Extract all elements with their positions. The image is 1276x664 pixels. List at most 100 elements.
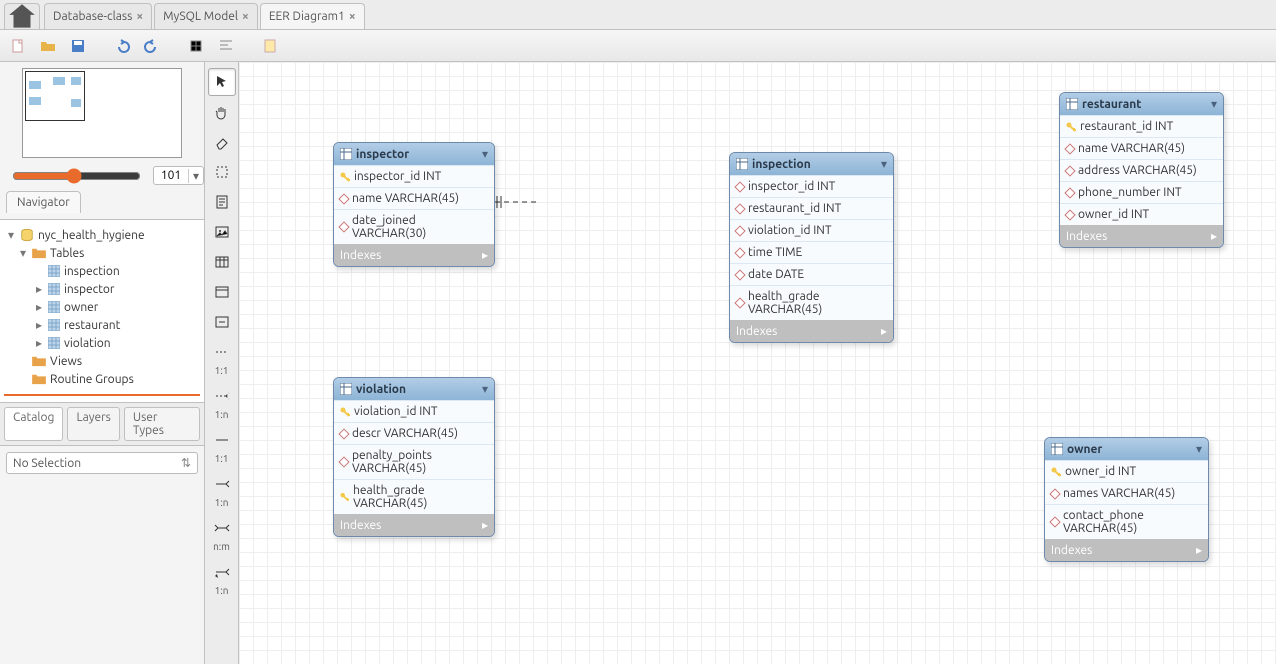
tree-views[interactable]: ▸ Views bbox=[4, 352, 200, 370]
chevron-down-icon[interactable]: ▾ bbox=[1196, 442, 1202, 456]
btab-usertypes[interactable]: User Types bbox=[124, 407, 200, 441]
tree-table-label: restaurant bbox=[64, 319, 120, 332]
navigator-tab[interactable]: Navigator bbox=[6, 191, 81, 213]
tab-database-class[interactable]: Database-class × bbox=[44, 3, 152, 29]
open-file-button[interactable] bbox=[36, 34, 60, 58]
tree-table-restaurant[interactable]: ▸restaurant bbox=[4, 316, 200, 334]
column-icon bbox=[734, 247, 745, 258]
entity-column[interactable]: health_grade VARCHAR(45) bbox=[334, 479, 494, 514]
rel-1-nb-tool[interactable] bbox=[208, 470, 236, 498]
entity-column[interactable]: violation_id INT bbox=[730, 219, 893, 241]
entity-column[interactable]: inspector_id INT bbox=[730, 175, 893, 197]
entity-column[interactable]: owner_id INT bbox=[1060, 203, 1223, 225]
column-icon bbox=[1064, 143, 1075, 154]
btab-layers[interactable]: Layers bbox=[67, 407, 119, 441]
entity-owner[interactable]: owner▾owner_id INT names VARCHAR(45) conta… bbox=[1044, 437, 1209, 562]
layer-tool[interactable] bbox=[208, 158, 236, 186]
eraser-tool[interactable] bbox=[208, 128, 236, 156]
chevron-down-icon[interactable]: ▾ bbox=[188, 169, 203, 183]
close-icon[interactable]: × bbox=[349, 10, 356, 23]
entity-violation[interactable]: violation▾violation_id INTdescr VARCHAR(… bbox=[333, 377, 495, 537]
column-label: names VARCHAR(45) bbox=[1063, 487, 1175, 500]
key-icon bbox=[1066, 122, 1076, 132]
new-file-button[interactable] bbox=[6, 34, 30, 58]
tree-table-inspector[interactable]: ▸inspector bbox=[4, 280, 200, 298]
entity-column[interactable]: date_joined VARCHAR(30) bbox=[334, 209, 494, 244]
rel-pick-tool[interactable] bbox=[208, 558, 236, 586]
routine-tool[interactable] bbox=[208, 308, 236, 336]
pointer-tool[interactable] bbox=[208, 68, 236, 96]
entity-column[interactable]: time TIME bbox=[730, 241, 893, 263]
hand-tool[interactable] bbox=[208, 98, 236, 126]
indexes-row[interactable]: Indexes▸ bbox=[334, 244, 494, 266]
entity-header[interactable]: restaurant▾ bbox=[1060, 93, 1223, 115]
entity-restaurant[interactable]: restaurant▾restaurant_id INTname VARCHAR… bbox=[1059, 92, 1224, 248]
chevron-down-icon[interactable]: ▾ bbox=[881, 157, 887, 171]
folder-icon bbox=[32, 373, 46, 385]
rel-1-n-tool[interactable] bbox=[208, 382, 236, 410]
rel-1-1-tool[interactable] bbox=[208, 338, 236, 366]
column-icon bbox=[1064, 187, 1075, 198]
entity-column[interactable]: health_grade VARCHAR(45) bbox=[730, 285, 893, 320]
chevron-down-icon[interactable]: ▾ bbox=[482, 147, 488, 161]
entity-column[interactable]: restaurant_id INT bbox=[730, 197, 893, 219]
grid-toggle-button[interactable] bbox=[184, 34, 208, 58]
tree-db[interactable]: ▾ nyc_health_hygiene bbox=[4, 226, 200, 244]
entity-column[interactable]: contact_phone VARCHAR(45) bbox=[1045, 504, 1208, 539]
folder-icon bbox=[32, 355, 46, 367]
entity-inspector[interactable]: inspector▾inspector_id INTname VARCHAR(4… bbox=[333, 142, 495, 267]
zoom-input[interactable] bbox=[154, 167, 188, 184]
btab-catalog[interactable]: Catalog bbox=[4, 407, 63, 441]
entity-column[interactable]: owner_id INT bbox=[1045, 460, 1208, 482]
entity-header[interactable]: owner▾ bbox=[1045, 438, 1208, 460]
entity-column[interactable]: names VARCHAR(45) bbox=[1045, 482, 1208, 504]
indexes-row[interactable]: Indexes▸ bbox=[730, 320, 893, 342]
indexes-row[interactable]: Indexes▸ bbox=[1045, 539, 1208, 561]
chevron-down-icon[interactable]: ▾ bbox=[1211, 97, 1217, 111]
notes-button[interactable] bbox=[258, 34, 282, 58]
rel-1-1b-tool[interactable] bbox=[208, 426, 236, 454]
close-icon[interactable]: × bbox=[136, 10, 143, 23]
chevron-right-icon: ▸ bbox=[482, 518, 488, 532]
tree-table-inspection[interactable]: ▸inspection bbox=[4, 262, 200, 280]
indexes-row[interactable]: Indexes▸ bbox=[334, 514, 494, 536]
align-button[interactable] bbox=[214, 34, 238, 58]
tree-tables[interactable]: ▾ Tables bbox=[4, 244, 200, 262]
home-tab[interactable] bbox=[4, 3, 40, 29]
indexes-row[interactable]: Indexes▸ bbox=[1060, 225, 1223, 247]
entity-column[interactable]: phone_number INT bbox=[1060, 181, 1223, 203]
image-tool[interactable] bbox=[208, 218, 236, 246]
entity-column[interactable]: restaurant_id INT bbox=[1060, 115, 1223, 137]
entity-column[interactable]: inspector_id INT bbox=[334, 165, 494, 187]
tab-mysql-model[interactable]: MySQL Model × bbox=[154, 3, 258, 29]
note-tool[interactable] bbox=[208, 188, 236, 216]
entity-column[interactable]: violation_id INT bbox=[334, 400, 494, 422]
minimap[interactable] bbox=[22, 68, 182, 158]
entity-column[interactable]: address VARCHAR(45) bbox=[1060, 159, 1223, 181]
entity-header[interactable]: inspector▾ bbox=[334, 143, 494, 165]
tab-eer-diagram[interactable]: EER Diagram1 × bbox=[260, 3, 365, 29]
tree-routines[interactable]: ▸ Routine Groups bbox=[4, 370, 200, 388]
save-button[interactable] bbox=[66, 34, 90, 58]
entity-header[interactable]: inspection▾ bbox=[730, 153, 893, 175]
column-icon bbox=[338, 193, 349, 204]
tree-table-owner[interactable]: ▸owner bbox=[4, 298, 200, 316]
redo-button[interactable] bbox=[140, 34, 164, 58]
close-icon[interactable]: × bbox=[242, 10, 249, 23]
entity-column[interactable]: name VARCHAR(45) bbox=[334, 187, 494, 209]
entity-column[interactable]: date DATE bbox=[730, 263, 893, 285]
view-tool[interactable] bbox=[208, 278, 236, 306]
chevron-down-icon[interactable]: ▾ bbox=[482, 382, 488, 396]
zoom-slider[interactable] bbox=[12, 168, 141, 184]
selection-combo[interactable]: No Selection ⇅ bbox=[6, 452, 198, 474]
tree-table-violation[interactable]: ▸violation bbox=[4, 334, 200, 352]
undo-button[interactable] bbox=[110, 34, 134, 58]
rel-n-m-tool[interactable] bbox=[208, 514, 236, 542]
entity-inspection[interactable]: inspection▾inspector_id INTrestaurant_id… bbox=[729, 152, 894, 343]
entity-column[interactable]: name VARCHAR(45) bbox=[1060, 137, 1223, 159]
table-tool[interactable] bbox=[208, 248, 236, 276]
diagram-canvas[interactable]: inspector▾inspector_id INTname VARCHAR(4… bbox=[239, 62, 1276, 664]
entity-header[interactable]: violation▾ bbox=[334, 378, 494, 400]
entity-column[interactable]: penalty_points VARCHAR(45) bbox=[334, 444, 494, 479]
entity-column[interactable]: descr VARCHAR(45) bbox=[334, 422, 494, 444]
